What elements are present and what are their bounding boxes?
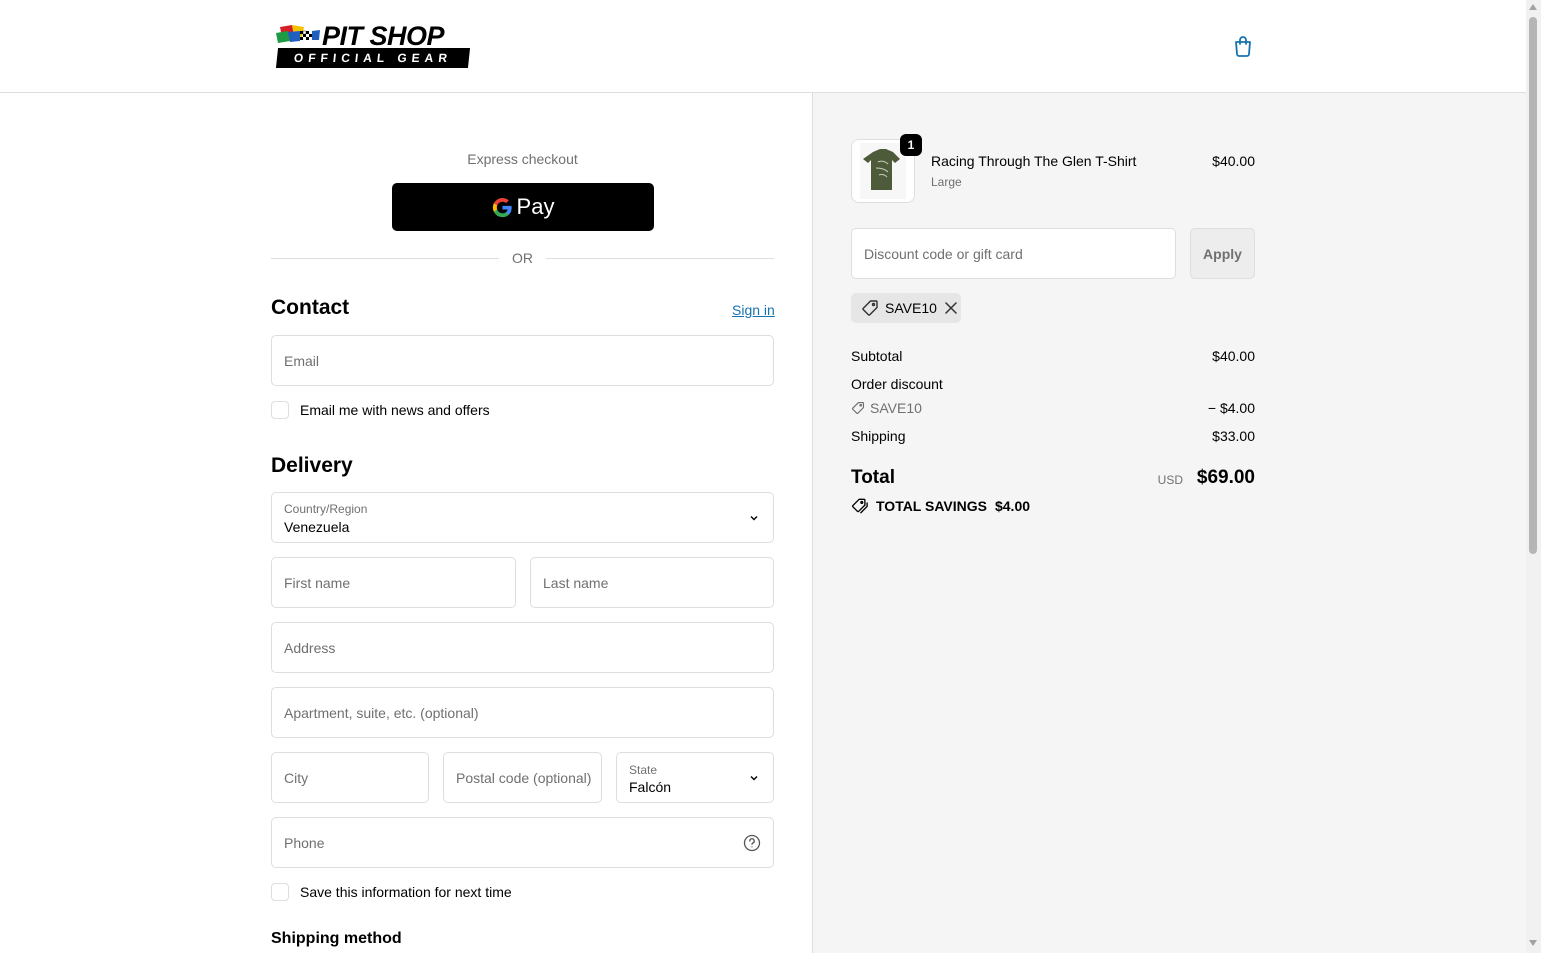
discount-code-text: SAVE10	[870, 400, 922, 416]
shipping-value: $33.00	[1212, 428, 1255, 444]
quantity-badge: 1	[900, 134, 922, 156]
logo-subtitle: OFFICIAL GEAR	[275, 48, 471, 68]
state-select[interactable]: State Falcón	[616, 752, 774, 803]
postal-code-field[interactable]: Postal code (optional)	[443, 752, 602, 803]
address-placeholder: Address	[284, 640, 336, 656]
close-icon[interactable]	[945, 302, 957, 314]
address-field[interactable]: Address	[271, 622, 774, 673]
help-circle-icon[interactable]	[743, 834, 761, 852]
phone-placeholder: Phone	[284, 835, 325, 851]
subtotal-row: Subtotal $40.00	[851, 348, 1255, 364]
express-checkout-label: Express checkout	[467, 151, 578, 167]
total-savings: TOTAL SAVINGS $4.00	[851, 498, 1030, 514]
phone-field[interactable]: Phone	[271, 817, 774, 868]
total-label: Total	[851, 467, 895, 488]
google-pay-button[interactable]: Pay	[392, 183, 654, 231]
last-name-field[interactable]: Last name	[530, 557, 774, 608]
city-field[interactable]: City	[271, 752, 429, 803]
or-divider: OR	[271, 248, 774, 268]
sign-in-link[interactable]: Sign in	[732, 302, 775, 318]
order-summary-panel	[812, 93, 1526, 953]
last-name-placeholder: Last name	[543, 575, 609, 591]
savings-value: $4.00	[994, 498, 1031, 514]
google-g-icon	[492, 197, 512, 217]
state-label: State	[629, 763, 658, 777]
discount-code-input[interactable]: Discount code or gift card	[851, 228, 1176, 279]
first-name-placeholder: First name	[284, 575, 351, 591]
pit-shop-logo[interactable]: PIT SHOP OFFICIAL GEAR	[274, 21, 471, 69]
postal-code-placeholder: Postal code (optional)	[456, 770, 592, 786]
newsletter-checkbox-row[interactable]: Email me with news and offers	[271, 401, 490, 419]
shipping-row: Shipping $33.00	[851, 428, 1255, 444]
state-value: Falcón	[629, 779, 672, 795]
newsletter-label: Email me with news and offers	[300, 402, 490, 418]
discount-placeholder: Discount code or gift card	[864, 246, 1023, 262]
tag-icon	[851, 401, 865, 415]
product-variant: Large	[931, 175, 962, 189]
scrollbar-thumb[interactable]	[1529, 17, 1537, 554]
apartment-placeholder: Apartment, suite, etc. (optional)	[284, 705, 479, 721]
savings-label: TOTAL SAVINGS	[876, 498, 987, 514]
contact-title: Contact	[271, 296, 350, 319]
country-label: Country/Region	[284, 502, 368, 516]
country-value: Venezuela	[284, 519, 350, 535]
checkered-flags-icon	[276, 25, 320, 43]
subtotal-value: $40.00	[1212, 348, 1255, 364]
total-row: Total USD $69.00	[851, 467, 1255, 489]
discount-amount: − $4.00	[1207, 400, 1255, 416]
apply-discount-button[interactable]: Apply	[1190, 228, 1255, 279]
shipping-method-title: Shipping method	[271, 930, 402, 947]
order-discount-label: Order discount	[851, 376, 943, 392]
chevron-down-icon	[750, 776, 758, 781]
newsletter-checkbox[interactable]	[271, 401, 289, 419]
header: PIT SHOP OFFICIAL GEAR	[0, 0, 1526, 93]
product-price: $40.00	[1212, 153, 1255, 169]
scroll-down-arrow[interactable]	[1529, 940, 1537, 946]
applied-discount-chip: SAVE10	[851, 293, 961, 323]
shopping-bag-icon[interactable]	[1231, 34, 1255, 58]
scrollbar[interactable]	[1526, 0, 1541, 953]
google-pay-label: Pay	[516, 194, 555, 219]
chevron-down-icon	[750, 516, 758, 521]
product-name: Racing Through The Glen T-Shirt	[931, 153, 1137, 169]
delivery-title: Delivery	[271, 454, 353, 477]
scroll-up-arrow[interactable]	[1529, 4, 1537, 10]
subtotal-label: Subtotal	[851, 348, 903, 364]
save-info-checkbox-row[interactable]: Save this information for next time	[271, 883, 512, 901]
save-info-label: Save this information for next time	[300, 884, 512, 900]
email-field[interactable]: Email	[271, 335, 774, 386]
total-amount: $69.00	[1196, 467, 1255, 488]
apartment-field[interactable]: Apartment, suite, etc. (optional)	[271, 687, 774, 738]
save-info-checkbox[interactable]	[271, 883, 289, 901]
currency-code: USD	[1157, 473, 1183, 487]
shipping-label: Shipping	[851, 428, 906, 444]
applied-discount-code: SAVE10	[885, 300, 937, 316]
order-discount-row: Order discount	[851, 376, 1255, 392]
city-placeholder: City	[284, 770, 309, 786]
first-name-field[interactable]: First name	[271, 557, 516, 608]
discount-code-line: SAVE10	[851, 400, 922, 416]
country-select[interactable]: Country/Region Venezuela	[271, 492, 774, 543]
tag-icon	[862, 300, 878, 316]
email-placeholder: Email	[284, 353, 320, 369]
tags-icon	[851, 498, 868, 514]
